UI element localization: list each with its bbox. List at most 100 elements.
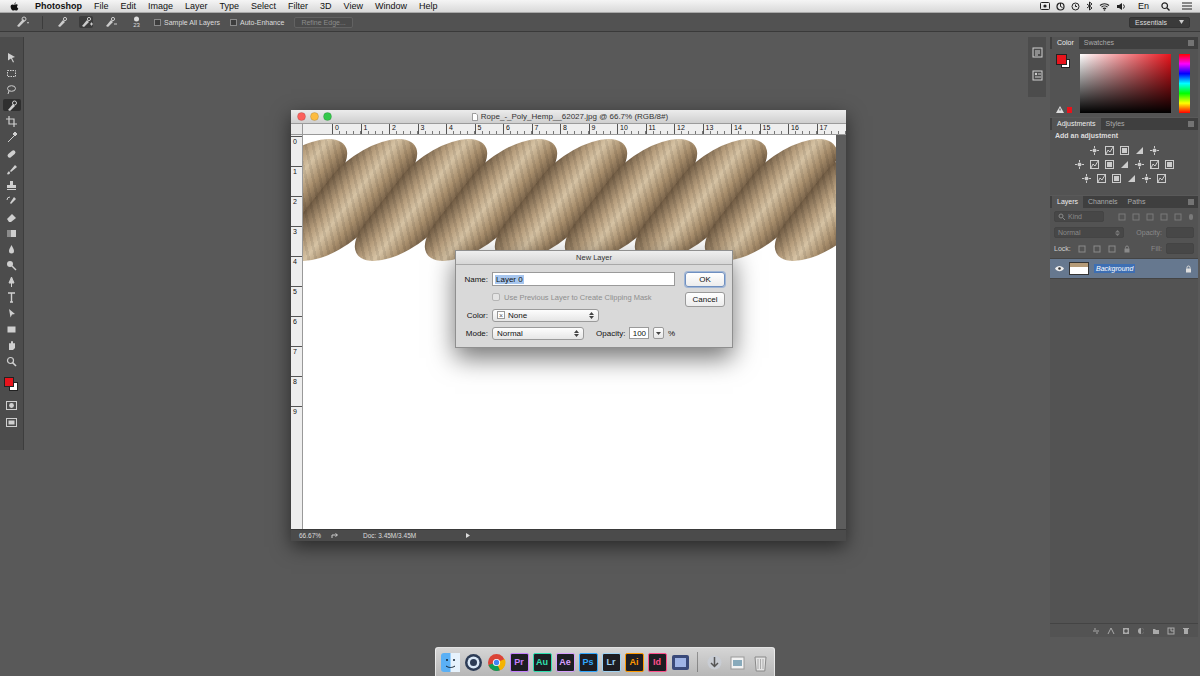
layer-row[interactable]: Background (1050, 259, 1198, 279)
dock-app[interactable]: Au (533, 653, 552, 672)
sync-icon[interactable] (1056, 2, 1065, 11)
notification-list-icon[interactable] (1182, 2, 1192, 10)
layer-style-icon[interactable] (1107, 627, 1115, 635)
tool-button[interactable] (3, 323, 21, 335)
hue-slider[interactable] (1179, 54, 1190, 113)
panel-menu-icon[interactable] (1187, 120, 1195, 128)
tool-button[interactable] (3, 99, 21, 111)
panel-menu-icon[interactable] (1187, 39, 1195, 47)
foreground-color-swatch[interactable] (1056, 54, 1067, 65)
dock-app[interactable]: Ai (625, 653, 644, 672)
volume-icon[interactable] (1116, 2, 1126, 11)
downloads-stack-icon[interactable] (705, 653, 724, 672)
lock-label[interactable]: Lock: (1054, 245, 1071, 252)
minimize-button-icon[interactable] (310, 112, 319, 121)
new-layer-icon[interactable] (1167, 627, 1175, 635)
menu-item[interactable]: Filter (288, 1, 308, 11)
menu-item[interactable]: Image (148, 1, 173, 11)
history-panel-icon[interactable] (1032, 47, 1043, 58)
input-source-menu[interactable]: En (1138, 1, 1149, 11)
color-swatches[interactable] (4, 377, 20, 393)
tool-button[interactable] (3, 355, 21, 367)
option-checkbox[interactable]: Sample All Layers (154, 19, 220, 26)
new-group-icon[interactable] (1152, 627, 1160, 635)
panel-tab[interactable]: Color (1052, 37, 1079, 49)
apple-icon[interactable] (10, 1, 19, 11)
tool-button[interactable] (3, 259, 21, 271)
exposure-adjustment-icon[interactable] (1135, 146, 1144, 155)
menu-item[interactable]: File (94, 1, 109, 11)
tool-button[interactable] (3, 227, 21, 239)
opacity-input[interactable]: 100 (629, 327, 649, 339)
menu-item[interactable]: Layer (185, 1, 208, 11)
trash-icon[interactable] (751, 653, 770, 672)
dock-app[interactable]: Pr (510, 653, 529, 672)
channel-mixer-adjustment-icon[interactable] (1135, 160, 1144, 169)
gradient-map-2-adjustment-icon[interactable] (1127, 174, 1136, 183)
zoom-button-icon[interactable] (323, 112, 332, 121)
brightness-adjustment-icon[interactable] (1090, 146, 1099, 155)
quick-selection-tool-icon[interactable] (14, 16, 30, 28)
dock-app[interactable]: Id (648, 653, 667, 672)
new-selection-brush-icon[interactable] (55, 16, 69, 28)
ok-button[interactable]: OK (685, 272, 725, 287)
mode-dropdown[interactable]: Normal (492, 327, 584, 340)
app-menu[interactable]: Photoshop (35, 1, 82, 11)
workspace-dropdown[interactable]: Essentials (1129, 17, 1190, 28)
gradient-map-adjustment-icon[interactable] (1165, 160, 1174, 169)
photo-filter-adjustment-icon[interactable] (1120, 160, 1129, 169)
checkbox[interactable] (154, 19, 161, 26)
menu-item[interactable]: Select (251, 1, 276, 11)
bluetooth-icon[interactable] (1086, 1, 1093, 11)
layer-name-input[interactable]: Layer 0 (492, 272, 675, 286)
tool-button[interactable] (3, 51, 21, 63)
documents-stack-icon[interactable] (728, 653, 747, 672)
media-app-icon[interactable] (671, 653, 690, 672)
properties-panel-icon[interactable] (1032, 70, 1043, 81)
panel-menu-icon[interactable] (1187, 198, 1195, 206)
checkbox[interactable] (230, 19, 237, 26)
visibility-toggle[interactable] (1055, 265, 1064, 272)
add-mask-icon[interactable] (1122, 627, 1130, 635)
gamut-color-chip[interactable] (1067, 107, 1072, 113)
tool-button[interactable] (3, 131, 21, 143)
subtract-selection-brush-icon[interactable] (103, 16, 117, 28)
tool-button[interactable] (3, 83, 21, 95)
dock-app[interactable]: Ps (579, 653, 598, 672)
chrome-icon[interactable] (487, 653, 506, 672)
menu-item[interactable]: Window (375, 1, 407, 11)
invert-adjustment-icon[interactable] (1082, 174, 1091, 183)
close-button-icon[interactable] (297, 112, 306, 121)
dock-app[interactable]: Ae (556, 653, 575, 672)
panel-tab[interactable]: Layers (1052, 196, 1083, 208)
skype-app-icon[interactable] (464, 653, 483, 672)
layer-name[interactable]: Background (1094, 264, 1135, 273)
screen-record-icon[interactable] (1040, 2, 1050, 10)
tool-button[interactable] (3, 243, 21, 255)
quick-mask-icon[interactable] (6, 401, 17, 410)
search-icon[interactable] (1161, 2, 1170, 11)
panel-tab[interactable]: Swatches (1079, 37, 1119, 49)
dock-app[interactable]: Lr (602, 653, 621, 672)
option-checkbox[interactable]: Auto-Enhance (230, 19, 284, 26)
black-white-adjustment-icon[interactable] (1105, 160, 1114, 169)
status-menu-arrow-icon[interactable] (466, 533, 470, 538)
cancel-button[interactable]: Cancel (685, 292, 725, 307)
selective-color-adjustment-icon[interactable] (1142, 174, 1151, 183)
link-layers-icon[interactable] (1092, 627, 1100, 635)
panel-tab[interactable]: Channels (1083, 196, 1123, 208)
menu-item[interactable]: Help (419, 1, 438, 11)
delete-layer-icon[interactable] (1182, 627, 1190, 635)
tool-button[interactable] (3, 67, 21, 79)
screen-mode-icon[interactable] (6, 418, 17, 427)
new-adjustment-icon[interactable] (1137, 627, 1145, 635)
time-machine-icon[interactable] (1071, 2, 1080, 11)
color-lookup-adjustment-icon[interactable] (1150, 160, 1159, 169)
share-icon[interactable] (331, 532, 339, 539)
color-balance-adjustment-icon[interactable] (1090, 160, 1099, 169)
menu-item[interactable]: View (344, 1, 363, 11)
opacity-slider-button[interactable] (653, 327, 664, 339)
tool-button[interactable] (3, 339, 21, 351)
posterize-adjustment-icon[interactable] (1097, 174, 1106, 183)
menu-item[interactable]: 3D (320, 1, 332, 11)
